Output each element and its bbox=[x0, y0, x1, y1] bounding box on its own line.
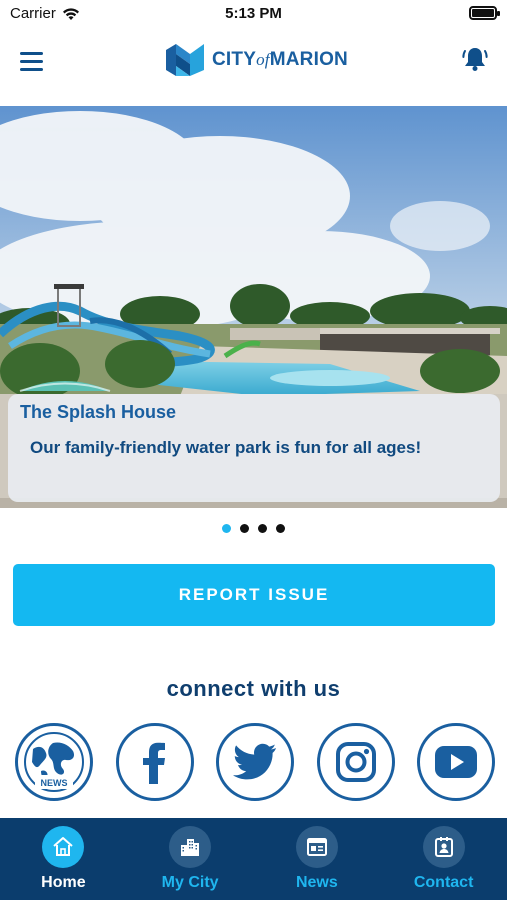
instagram-icon bbox=[335, 742, 376, 782]
menu-button[interactable] bbox=[20, 48, 50, 74]
instagram-button[interactable] bbox=[316, 723, 395, 801]
city-logo-icon bbox=[166, 44, 204, 76]
city-logo-text: CITYofMARION bbox=[212, 49, 348, 71]
tab-home[interactable]: Home bbox=[0, 818, 127, 900]
tab-contact-label: Contact bbox=[413, 874, 474, 891]
tab-my-city[interactable]: My City bbox=[127, 818, 254, 900]
carousel-dot-2[interactable] bbox=[240, 524, 249, 533]
battery-icon bbox=[469, 6, 500, 20]
connect-title: connect with us bbox=[166, 676, 341, 701]
report-issue-button[interactable]: REPORT ISSUE bbox=[13, 564, 495, 626]
facebook-icon bbox=[142, 742, 165, 784]
logo-word-name: MARION bbox=[269, 49, 348, 70]
carousel-dot-4[interactable] bbox=[276, 524, 285, 533]
logo-word-of: of bbox=[256, 50, 270, 69]
hero-subtitle: Our family-friendly water park is fun fo… bbox=[30, 438, 422, 457]
menu-icon-bar bbox=[20, 59, 43, 63]
hero-title: The Splash House bbox=[20, 402, 177, 422]
menu-icon-bar bbox=[20, 67, 43, 71]
app-header: CITYofMARION bbox=[0, 28, 507, 94]
city-logo: CITYofMARION bbox=[164, 40, 348, 80]
news-icon bbox=[295, 826, 338, 868]
twitter-icon bbox=[233, 743, 276, 780]
tab-news[interactable]: News bbox=[254, 818, 381, 900]
home-icon bbox=[42, 826, 85, 868]
hero-carousel[interactable]: The Splash House Our family-friendly wat… bbox=[0, 106, 507, 508]
tab-news-label: News bbox=[295, 874, 338, 891]
carousel-dots bbox=[0, 524, 507, 533]
youtube-icon bbox=[435, 746, 477, 778]
carousel-dot-1[interactable] bbox=[222, 524, 231, 533]
status-bar: Carrier 5:13 PM bbox=[0, 0, 507, 28]
tab-contact[interactable]: Contact bbox=[380, 818, 507, 900]
notifications-button[interactable] bbox=[461, 45, 489, 73]
logo-word-city: CITY bbox=[212, 49, 257, 70]
twitter-button[interactable] bbox=[216, 723, 294, 801]
carousel-dot-3[interactable] bbox=[258, 524, 267, 533]
hero-caption-card: The Splash House Our family-friendly wat… bbox=[8, 394, 500, 502]
social-links: NEWS bbox=[15, 723, 495, 801]
contact-icon bbox=[422, 826, 465, 868]
bell-icon bbox=[462, 48, 488, 71]
globe-news-icon: NEWS bbox=[24, 732, 84, 792]
tab-home-label: Home bbox=[41, 874, 86, 891]
menu-icon-bar bbox=[20, 51, 43, 55]
city-icon bbox=[169, 826, 212, 868]
bottom-tab-bar: Home My City News Contact bbox=[0, 818, 507, 900]
youtube-button[interactable] bbox=[417, 723, 495, 801]
tab-my-city-label: My City bbox=[161, 874, 219, 891]
status-time: 5:13 PM bbox=[225, 5, 282, 22]
news-globe-label: NEWS bbox=[41, 778, 68, 788]
news-globe-button[interactable]: NEWS bbox=[15, 723, 93, 801]
facebook-button[interactable] bbox=[115, 723, 194, 801]
